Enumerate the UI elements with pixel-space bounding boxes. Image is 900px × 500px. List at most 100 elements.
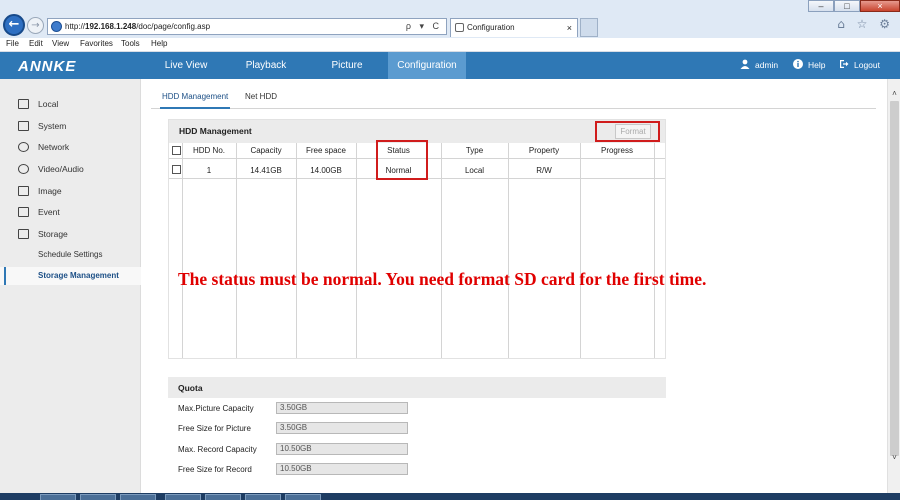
menu-tools[interactable]: Tools xyxy=(121,39,140,48)
hdd-management-panel: HDD Management Format HDD No. Capacity F… xyxy=(168,119,666,359)
panel-title: Quota xyxy=(178,383,203,393)
home-favorites-settings-icon[interactable]: ⌂ ☆ ⚙ xyxy=(837,17,894,31)
address-text: http://192.168.1.248/doc/page/config.asp xyxy=(65,22,211,31)
sidebar-item-label: Local xyxy=(38,99,59,109)
column-divider xyxy=(356,143,357,358)
address-actions-icon[interactable]: ρ ▾ C xyxy=(406,19,442,34)
quota-label: Max.Picture Capacity xyxy=(178,404,254,413)
menu-edit[interactable]: Edit xyxy=(29,39,43,48)
sidebar-item-storage[interactable]: Storage xyxy=(0,225,141,243)
cell-capacity: 14.41GB xyxy=(250,166,282,175)
sidebar-item-schedule-settings[interactable]: Schedule Settings xyxy=(0,246,141,264)
taskbar-button[interactable] xyxy=(165,494,201,500)
list-icon xyxy=(18,207,29,217)
sidebar-item-network[interactable]: Network xyxy=(0,138,141,156)
logout-link[interactable]: Logout xyxy=(839,52,880,79)
free-size-picture-field: 3.50GB xyxy=(276,422,408,434)
image-icon xyxy=(18,186,29,196)
column-divider xyxy=(441,143,442,358)
sidebar-item-local[interactable]: Local xyxy=(0,95,141,113)
quota-label: Free Size for Picture xyxy=(178,424,251,433)
panel-title: HDD Management xyxy=(179,126,252,136)
sidebar-item-label: Storage Management xyxy=(38,271,119,280)
annke-logo: ANNKE xyxy=(18,58,77,75)
format-highlight-box xyxy=(595,121,660,142)
logout-label: Logout xyxy=(854,60,880,70)
quota-label: Free Size for Record xyxy=(178,465,252,474)
forward-button[interactable]: → xyxy=(27,17,44,34)
user-menu[interactable]: admin xyxy=(740,52,778,79)
scroll-down-arrow-icon[interactable]: ˅ xyxy=(888,453,900,463)
menu-bar: File Edit View Favorites Tools Help xyxy=(0,38,900,52)
menu-file[interactable]: File xyxy=(6,39,19,48)
active-indicator xyxy=(4,267,6,285)
sidebar-item-label: Schedule Settings xyxy=(38,250,103,259)
menu-help[interactable]: Help xyxy=(151,39,167,48)
disk-icon xyxy=(18,229,29,239)
system-icon xyxy=(18,121,29,131)
tab-close-icon[interactable]: × xyxy=(567,19,572,37)
minimize-button[interactable]: – xyxy=(808,0,834,12)
sidebar-item-label: Image xyxy=(38,186,62,196)
taskbar-button[interactable] xyxy=(205,494,241,500)
help-link[interactable]: Help xyxy=(793,52,825,79)
taskbar-button[interactable] xyxy=(120,494,156,500)
logout-icon xyxy=(840,60,849,68)
column-header: Capacity xyxy=(250,146,282,155)
menu-favorites[interactable]: Favorites xyxy=(80,39,113,48)
column-header: Property xyxy=(528,146,560,155)
quota-label: Max. Record Capacity xyxy=(178,445,257,454)
new-tab-button[interactable] xyxy=(580,18,598,37)
scroll-thumb[interactable] xyxy=(890,101,899,456)
nav-live-view[interactable]: Live View xyxy=(147,52,225,79)
taskbar-button[interactable] xyxy=(285,494,321,500)
quota-panel: Quota Max.Picture Capacity 3.50GB Free S… xyxy=(168,377,666,493)
help-icon xyxy=(793,59,803,69)
max-picture-capacity-field: 3.50GB xyxy=(276,402,408,414)
column-divider xyxy=(508,143,509,358)
column-divider xyxy=(182,143,183,358)
globe-icon xyxy=(18,142,29,152)
hdd-table: HDD No. Capacity Free space Status Type … xyxy=(169,140,665,358)
nav-configuration[interactable]: Configuration xyxy=(388,52,466,79)
sidebar-item-storage-management[interactable]: Storage Management xyxy=(0,267,141,285)
tab-configuration[interactable]: Configuration × xyxy=(450,18,578,37)
sidebar-item-video-audio[interactable]: Video/Audio xyxy=(0,160,141,178)
page-icon xyxy=(455,23,464,32)
taskbar-button[interactable] xyxy=(80,494,116,500)
speaker-icon xyxy=(18,164,29,174)
scroll-up-arrow-icon[interactable]: ˄ xyxy=(888,89,900,99)
maximize-button[interactable]: □ xyxy=(834,0,860,12)
column-header: Type xyxy=(465,146,484,155)
sidebar-item-label: Network xyxy=(38,142,70,152)
main-content: HDD Management Net HDD HDD Management Fo… xyxy=(141,79,887,493)
column-divider xyxy=(296,143,297,358)
sidebar-item-system[interactable]: System xyxy=(0,117,141,135)
sidebar-item-label: Storage xyxy=(38,229,68,239)
vertical-scrollbar[interactable]: ˄ ˅ xyxy=(887,79,900,493)
help-label: Help xyxy=(808,60,826,70)
tab-hdd-management[interactable]: HDD Management xyxy=(160,92,231,109)
select-all-checkbox[interactable] xyxy=(172,146,181,155)
column-divider xyxy=(654,143,655,358)
menu-view[interactable]: View xyxy=(52,39,69,48)
user-name: admin xyxy=(755,60,779,70)
cell-property: R/W xyxy=(536,166,552,175)
tab-net-hdd[interactable]: Net HDD xyxy=(245,92,277,109)
address-bar[interactable]: http://192.168.1.248/doc/page/config.asp… xyxy=(47,18,447,35)
back-button[interactable]: ← xyxy=(3,14,25,36)
nav-picture[interactable]: Picture xyxy=(308,52,386,79)
column-header: HDD No. xyxy=(192,146,225,155)
sidebar-item-image[interactable]: Image xyxy=(0,182,141,200)
tab-title: Configuration xyxy=(467,23,515,32)
nav-playback[interactable]: Playback xyxy=(227,52,305,79)
row-checkbox[interactable] xyxy=(172,165,181,174)
taskbar-button[interactable] xyxy=(40,494,76,500)
app-header: ANNKE Live View Playback Picture Configu… xyxy=(0,52,900,79)
close-window-button[interactable]: × xyxy=(860,0,900,12)
taskbar-button[interactable] xyxy=(245,494,281,500)
column-header: Free space xyxy=(305,146,347,155)
sidebar-item-event[interactable]: Event xyxy=(0,203,141,221)
subtab-bar: HDD Management Net HDD xyxy=(151,89,876,109)
instruction-annotation: The status must be normal. You need form… xyxy=(178,269,707,289)
